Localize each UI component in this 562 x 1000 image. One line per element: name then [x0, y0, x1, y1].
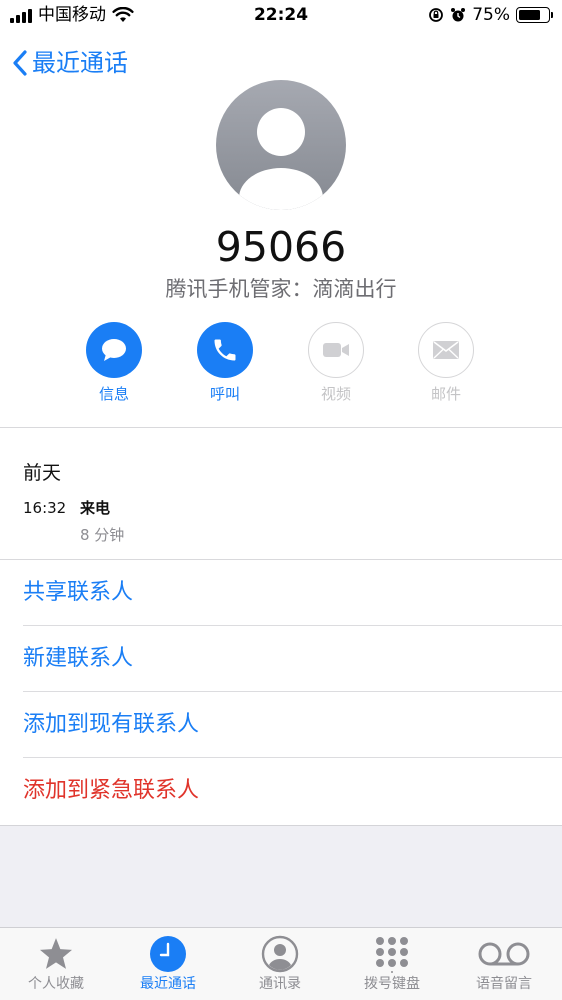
- video-action-label: 视频: [320, 385, 351, 403]
- tab-keypad-label: 拨号键盘: [364, 976, 420, 992]
- call-action-label: 呼叫: [209, 385, 240, 403]
- video-action-button[interactable]: 视频: [291, 322, 381, 404]
- battery-icon: [516, 7, 553, 23]
- battery-fill: [519, 10, 540, 20]
- history-day: 前天: [23, 462, 62, 484]
- history-call-type: 来电: [80, 499, 111, 517]
- add-to-emergency-contact-label: 添加到紧急联系人: [23, 778, 200, 803]
- message-icon: [86, 322, 142, 378]
- tab-bar: 个人收藏 最近通话 通讯录 拨号键盘 语音留言: [0, 927, 562, 1000]
- grouped-background: [0, 825, 562, 927]
- status-right: 75%: [428, 5, 553, 25]
- tab-recents-label: 最近通话: [140, 976, 196, 992]
- mail-action-label: 邮件: [430, 385, 461, 403]
- tab-voicemail[interactable]: 语音留言: [448, 928, 560, 1000]
- clock-icon: [112, 928, 224, 974]
- battery-percent: 75%: [472, 5, 510, 25]
- new-contact-button[interactable]: 新建联系人: [0, 626, 562, 692]
- history-time: 16:32: [23, 499, 67, 517]
- contacts-icon: [224, 928, 336, 974]
- tab-recents[interactable]: 最近通话: [112, 928, 224, 1000]
- contact-number: 95066: [215, 223, 347, 271]
- phone-icon: [197, 322, 253, 378]
- call-history: 前天 16:32 来电 8 分钟: [0, 428, 562, 560]
- message-action-label: 信息: [98, 385, 129, 403]
- chevron-left-icon: [12, 49, 28, 77]
- contact-avatar: [216, 80, 346, 210]
- star-icon: [0, 928, 112, 974]
- back-label: 最近通话: [32, 49, 128, 77]
- share-contact-label: 共享联系人: [23, 580, 134, 605]
- tab-contacts-label: 通讯录: [259, 976, 301, 992]
- tab-voicemail-label: 语音留言: [476, 976, 532, 992]
- call-action-button[interactable]: 呼叫: [180, 322, 270, 404]
- alarm-icon: [450, 7, 466, 23]
- tab-contacts[interactable]: 通讯录: [224, 928, 336, 1000]
- tab-favorites[interactable]: 个人收藏: [0, 928, 112, 1000]
- tab-keypad[interactable]: 拨号键盘: [336, 928, 448, 1000]
- mail-action-button[interactable]: 邮件: [401, 322, 491, 404]
- status-bar: 中国移动 22:24 75%: [0, 0, 562, 32]
- keypad-icon: [336, 928, 448, 974]
- new-contact-label: 新建联系人: [23, 646, 134, 671]
- back-button[interactable]: 最近通话: [12, 46, 128, 80]
- history-duration: 8 分钟: [80, 526, 125, 544]
- share-contact-button[interactable]: 共享联系人: [0, 560, 562, 626]
- mail-icon: [418, 322, 474, 378]
- tab-favorites-label: 个人收藏: [28, 976, 84, 992]
- add-to-existing-contact-button[interactable]: 添加到现有联系人: [0, 692, 562, 758]
- add-to-emergency-contact-button[interactable]: 添加到紧急联系人: [0, 758, 562, 824]
- message-action-button[interactable]: 信息: [69, 322, 159, 404]
- add-to-existing-contact-label: 添加到现有联系人: [23, 712, 200, 737]
- contact-options-list: 共享联系人 新建联系人 添加到现有联系人 添加到紧急联系人: [0, 560, 562, 824]
- contact-label: 腾讯手机管家：滴滴出行: [165, 277, 397, 301]
- rotation-lock-icon: [428, 7, 444, 23]
- video-icon: [308, 322, 364, 378]
- voicemail-icon: [448, 928, 560, 974]
